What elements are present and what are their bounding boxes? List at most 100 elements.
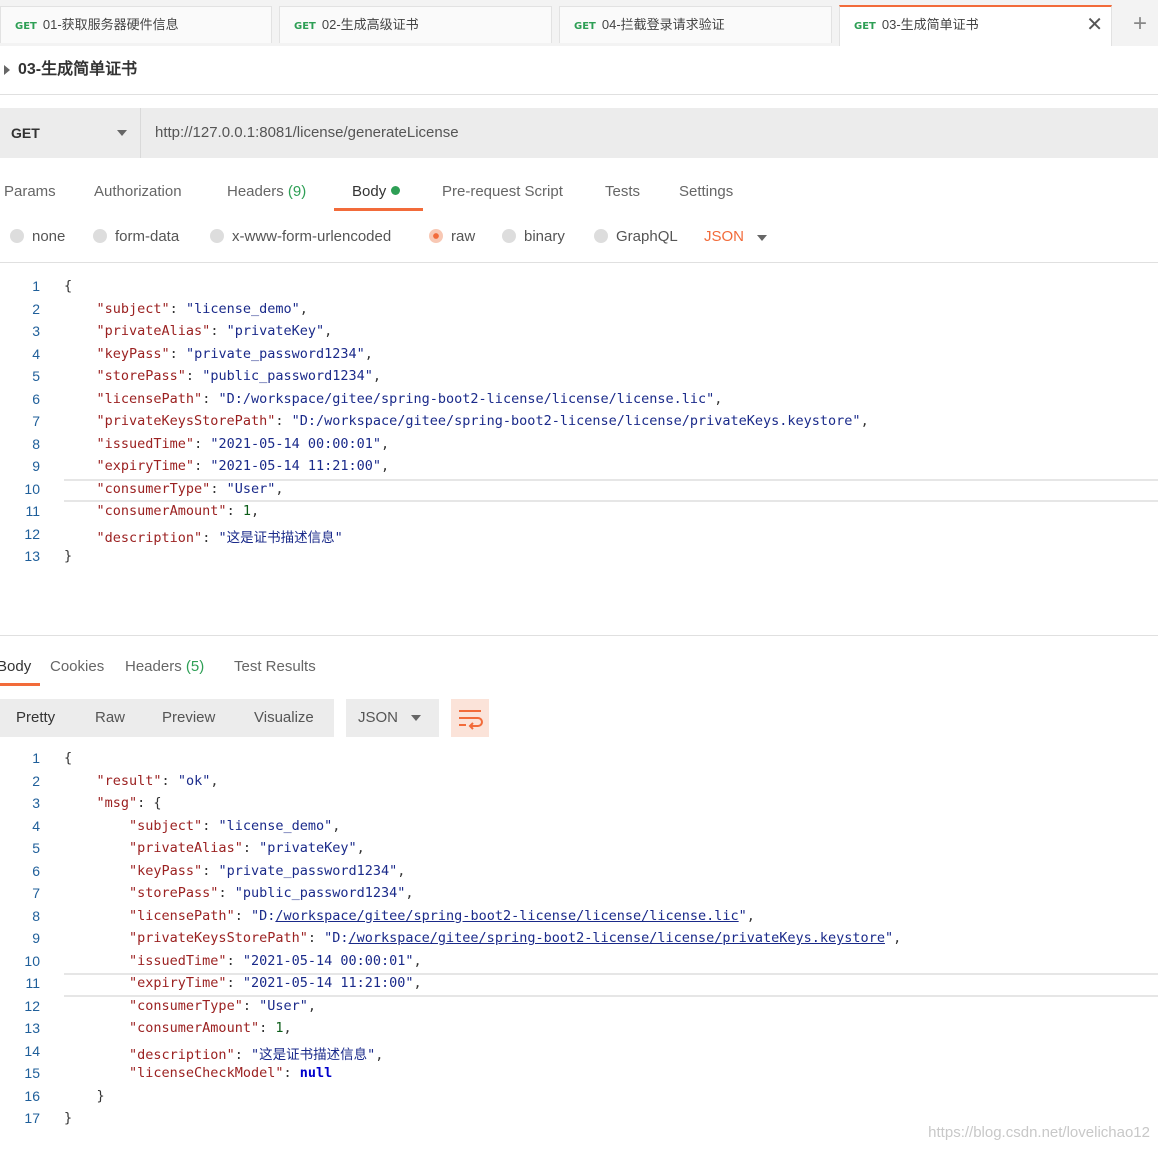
line-number: 7 [32,413,40,429]
request-tab-01[interactable]: GET 01-获取服务器硬件信息 [0,6,272,43]
radio-circle-selected [429,229,443,243]
line-number: 13 [24,1020,40,1036]
request-tab-03-active[interactable]: GET 03-生成简单证书 ✕ [839,5,1112,46]
code-line: "consumerType": "User", [129,997,317,1014]
response-tab-headers[interactable]: Headers (5) [125,656,204,678]
code-line: "issuedTime": "2021-05-14 00:00:01", [96,435,390,452]
code-line: "issuedTime": "2021-05-14 00:00:01", [129,952,422,969]
line-number: 8 [32,907,40,924]
view-raw-button[interactable]: Raw [95,699,125,737]
expand-caret-icon[interactable] [4,64,10,75]
radio-binary[interactable]: binary [502,226,565,248]
code-line: "subject": "license_demo", [129,817,341,834]
code-line: "privateAlias": "privateKey", [129,840,365,856]
response-format-select[interactable]: JSON [346,699,439,737]
watermark: https://blog.csdn.net/lovelichao12 [928,1124,1150,1141]
code-line: "licensePath": "D:/workspace/gitee/sprin… [129,907,755,924]
close-tab-icon[interactable]: ✕ [1086,7,1103,43]
tab-settings[interactable]: Settings [679,178,733,210]
code-line: "storePass": "public_password1234", [96,368,382,384]
tab-params[interactable]: Params [4,178,56,210]
line-number: 13 [24,548,40,564]
tab-prerequest-script[interactable]: Pre-request Script [442,178,563,210]
response-headers-label: Headers [125,658,182,675]
line-number: 17 [24,1110,40,1126]
code-line: "privateKeysStorePath": "D:/workspace/gi… [129,930,902,946]
line-number: 3 [32,323,40,339]
active-line-border [64,500,1158,502]
line-number: 6 [32,862,40,879]
active-line-border [64,973,1158,975]
url-input[interactable]: http://127.0.0.1:8081/license/generateLi… [155,108,459,158]
divider [0,94,1158,95]
line-number: 12 [24,525,40,542]
code-line: "consumerType": "User", [96,480,284,497]
active-tab-underline [0,683,40,686]
response-tab-test-results[interactable]: Test Results [234,656,316,678]
response-tab-cookies[interactable]: Cookies [50,656,104,678]
radio-label: none [32,228,66,245]
code-line: "privateKeysStorePath": "D:/workspace/gi… [96,413,869,429]
radio-label: raw [451,228,476,245]
tab-tests[interactable]: Tests [605,178,640,210]
headers-count: (9) [287,183,307,200]
tab-headers[interactable]: Headers (9) [227,178,306,210]
code-line: "privateAlias": "privateKey", [96,323,333,339]
radio-none[interactable]: none [10,226,65,248]
request-tab-04[interactable]: GET 04-拦截登录请求验证 [559,6,832,43]
method-label: GET [11,125,40,141]
code-line: } [64,1087,105,1104]
view-preview-button[interactable]: Preview [162,699,215,737]
tab-authorization[interactable]: Authorization [94,178,182,210]
line-number: 16 [24,1087,40,1104]
code-line: } [64,1110,73,1126]
code-line: "keyPass": "private_password1234", [96,345,373,362]
active-line-border [64,478,1158,481]
radio-circle [93,229,107,243]
line-number: 2 [32,772,40,789]
tab-body[interactable]: Body [352,178,401,210]
line-number: 1 [32,750,40,766]
radio-raw[interactable]: raw [429,226,475,248]
chevron-down-icon [117,130,127,136]
method-select[interactable]: GET [0,108,141,158]
wrap-lines-button[interactable] [451,699,489,737]
tab-method: GET [854,21,876,32]
view-mode-group: Pretty Raw Preview Visualize [0,699,334,737]
line-number: 5 [32,368,40,384]
code-line: "expiryTime": "2021-05-14 11:21:00", [96,458,390,474]
request-title[interactable]: 03-生成简单证书 [0,56,137,84]
line-number: 4 [32,817,40,834]
body-format-select[interactable]: JSON [704,226,744,248]
line-number: 5 [32,840,40,856]
response-tab-body[interactable]: Body [0,656,31,678]
request-tab-02[interactable]: GET 02-生成高级证书 [279,6,552,43]
code-line: "licensePath": "D:/workspace/gitee/sprin… [96,390,723,407]
line-number: 11 [25,503,40,519]
tab-label: 04-拦截登录请求验证 [601,17,725,32]
code-line: "description": "这是证书描述信息" [96,529,343,546]
radio-form-data[interactable]: form-data [93,226,179,248]
request-body-editor[interactable]: 1 {2 "subject": "license_demo", 3 "private… [0,276,1158,576]
line-number: 11 [25,975,40,991]
view-pretty-button[interactable]: Pretty [16,699,55,737]
line-number: 10 [24,480,40,497]
line-number: 4 [32,345,40,362]
line-number: 7 [32,885,40,901]
radio-urlencoded[interactable]: x-www-form-urlencoded [210,226,391,248]
code-line: } [64,548,73,564]
code-line: "result": "ok", [96,772,219,789]
line-number: 1 [32,278,40,294]
response-body-viewer[interactable]: 1 {2 "result": "ok", 3 "msg": {4 "subject"… [0,748,1158,1138]
chevron-down-icon[interactable] [757,235,767,241]
body-format-label: JSON [704,228,745,245]
line-number: 8 [32,435,40,452]
line-number: 12 [24,997,40,1014]
new-tab-plus-icon[interactable]: + [1122,6,1158,43]
response-headers-count: (5) [185,658,205,675]
view-visualize-button[interactable]: Visualize [254,699,314,737]
line-number: 10 [24,952,40,969]
radio-label: GraphQL [616,228,678,245]
radio-graphql[interactable]: GraphQL [594,226,678,248]
wrap-lines-icon [459,710,483,730]
